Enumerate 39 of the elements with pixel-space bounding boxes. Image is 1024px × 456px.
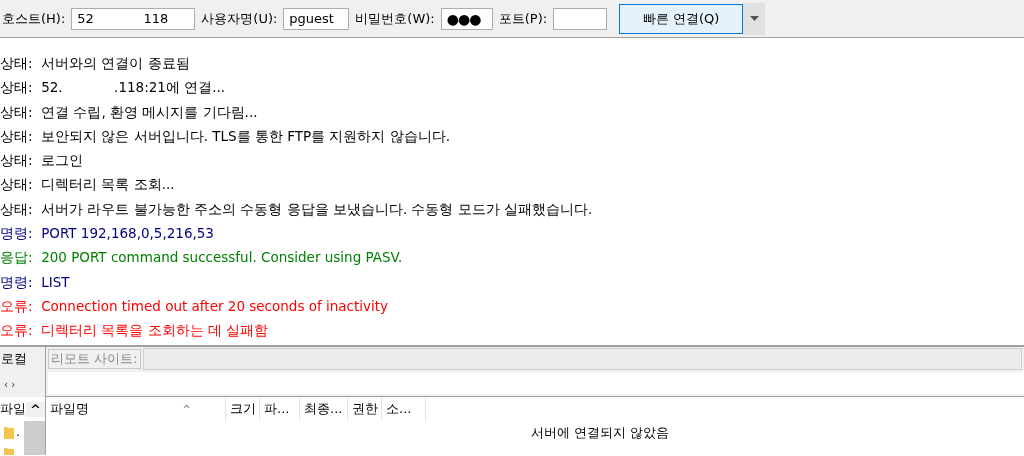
column-header[interactable]: 최종... [300,397,348,421]
pane-label: 로컬 [1,350,27,368]
log-line: 상태: 로그인 [0,151,85,171]
column-header[interactable]: 소... [382,397,426,421]
log-line: 상태: 연결 수립, 환영 메시지를 기다림... [0,102,259,122]
log-line: 상태: 52. .118:21에 연결... [0,78,227,98]
pane-label: 리모트 사이트: [48,349,141,369]
log-line: 상태: 보안되지 않은 서버입니다. TLS를 통한 FTP를 지원하지 않습니다. [0,126,451,146]
field-label: 비밀번호(W): [355,9,435,28]
column-header[interactable]: 크기 [226,397,260,421]
field-label: 사용자명(U): [201,9,278,28]
caret-icon [749,16,759,21]
password-field[interactable]: ●●● [440,7,493,30]
column-header[interactable]: 파일 [0,400,26,418]
column-header[interactable]: 파... [260,397,300,421]
column-header[interactable]: 파일명 ^ [46,397,226,421]
log-line: 상태: 디렉터리 목록 조회... [0,175,176,195]
scrollbar-thumb[interactable] [24,421,45,455]
field-label: 포트(P): [498,9,548,28]
dropdown-button[interactable] [743,2,766,35]
log-line: 상태: 서버와의 연결이 종료됨 [0,54,191,73]
column-header[interactable]: 권한 [348,397,382,421]
sort-indicator: ^ [182,403,191,415]
log-line: 오류: Connection timed out after 20 seconds of inactivity [0,296,390,316]
input-field[interactable]: pguest [283,7,350,30]
quick-connect-button[interactable]: 빠른 연결(Q) [619,3,744,34]
field-label: 호스트(H): [2,9,66,28]
log-line: 응답: 200 PORT command successful. Consider using PASV. [0,248,404,268]
file-name[interactable]: . [16,425,20,439]
scroll-up-button[interactable]: ^ [26,401,45,417]
folder-icon [4,425,14,439]
log-line: 상태: 서버가 라우트 불가능한 주소의 수동형 응답을 보냈습니다. 수동형 모드가 실패했습니다. [0,199,594,219]
nav-arrows[interactable]: ‹ › [4,378,16,390]
log-line: 명령: LIST [0,272,71,292]
log-line: 명령: PORT 192,168,0,5,216,53 [0,224,215,244]
input-field[interactable]: 52 118 [71,7,196,30]
status-message: 서버에 연결되지 않았음 [530,424,670,442]
input-field[interactable] [553,7,608,30]
log-line: 오류: 디렉터리 목록을 조회하는 데 실패함 [0,321,270,341]
